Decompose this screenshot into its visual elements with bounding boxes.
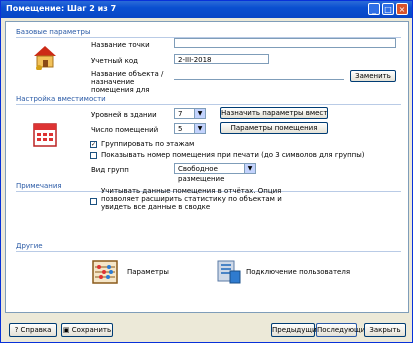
dialog-window: Помещение: Шаг 2 из 7 _ □ × Базовые пара… [0,0,413,343]
name-input[interactable] [174,38,396,48]
house-icon [34,46,56,70]
type-select[interactable]: Свободное размещение ▼ [174,163,256,183]
rent-label: Название объекта / назначение помещения … [91,70,164,94]
params-link[interactable]: Параметры [127,268,169,276]
group-by-floor-label: Группировать по этажам [101,140,195,148]
notes-label: Учитывать данные помещения в отчётах. Оп… [101,187,282,211]
users-link[interactable]: Подключение пользователя [246,268,350,276]
help-label: Справка [20,326,52,334]
help-icon: ? [14,326,19,334]
section-notes-title: Примечания [16,182,62,190]
minimize-button[interactable]: _ [368,3,380,15]
print-number-label: Показывать номер помещения при печати (д… [101,151,365,159]
section-basic-title: Базовые параметры [16,28,91,36]
divider [16,251,401,252]
users-icon [217,260,241,284]
section-capacity-title: Настройка вместимости [16,95,106,103]
section-other-title: Другие [16,242,43,250]
chevron-down-icon: ▼ [194,109,205,118]
help-button[interactable]: ? Справка [9,323,57,337]
divider [16,104,401,105]
chevron-down-icon: ▼ [194,124,205,133]
floors-select[interactable]: 7 ▼ [174,108,206,119]
calendar-icon [33,123,57,147]
window-title: Помещение: Шаг 2 из 7 [6,4,117,13]
rooms-select[interactable]: 5 ▼ [174,123,206,134]
type-value: Свободное размещение [178,165,225,183]
wizard-panel: Базовые параметры Название точки Учетный… [5,21,409,313]
rent-value-line [174,79,344,80]
abacus-icon [92,260,118,284]
notes-checkbox[interactable] [90,198,97,205]
name-label: Название точки [91,41,150,49]
rooms-value: 5 [178,125,183,133]
code-label: Учетный код [91,57,139,65]
save-icon: ▣ [62,326,70,334]
change-button[interactable]: Заменить [350,70,396,82]
chevron-down-icon: ▼ [244,164,255,173]
back-button[interactable]: Предыдущий [271,323,321,337]
floors-value: 7 [178,110,183,118]
maximize-button[interactable]: □ [382,3,394,15]
save-button[interactable]: ▣ Сохранить [61,323,113,337]
group-by-floor-checkbox[interactable]: ✓ [90,141,97,148]
close-button[interactable]: × [396,3,408,15]
title-bar[interactable]: Помещение: Шаг 2 из 7 _ □ × [1,1,412,18]
next-button[interactable]: Последующий [316,323,370,337]
cancel-button[interactable]: Закрыть [364,323,406,337]
rooms-settings-button[interactable]: Параметры помещения [220,122,328,134]
code-input[interactable]: 2-III-2018 [174,54,269,64]
floors-settings-button[interactable]: Назначить параметры вместимости [220,107,328,119]
print-number-checkbox[interactable] [90,152,97,159]
rooms-label: Число помещений [91,126,159,134]
floors-label: Уровней в здании [91,111,157,119]
save-label: Сохранить [71,326,112,334]
type-label: Вид групп [91,166,129,174]
